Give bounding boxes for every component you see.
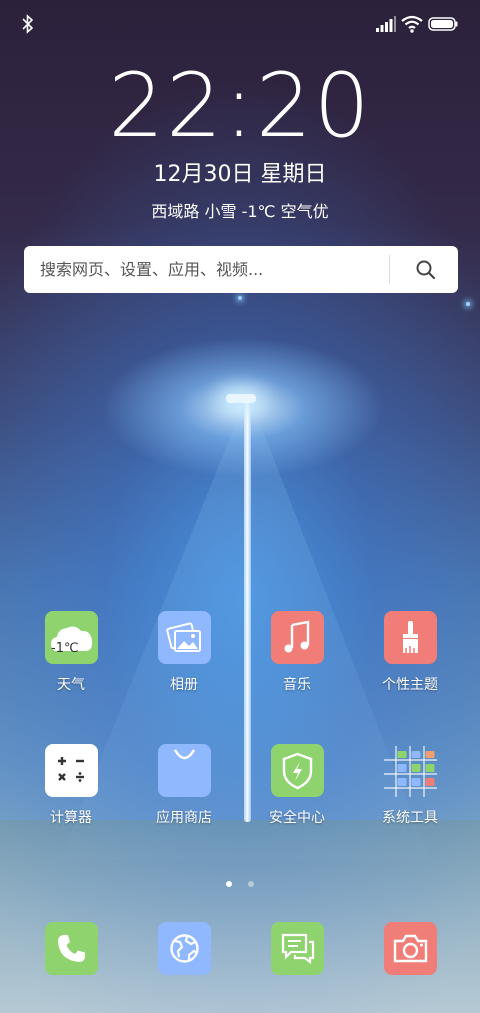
search-bar[interactable] (24, 246, 458, 293)
search-input[interactable] (40, 246, 380, 293)
app-calculator[interactable]: 计算器 (21, 744, 121, 854)
dock-browser[interactable] (134, 922, 234, 982)
app-gallery[interactable]: 相册 (134, 611, 234, 721)
page-indicator (0, 872, 480, 891)
weather-app-temperature: -1℃ (51, 641, 79, 656)
clock-time[interactable]: 22:20 (0, 58, 480, 154)
app-label: 天气 (57, 677, 85, 693)
app-label: 应用商店 (156, 810, 212, 826)
camera-icon (384, 922, 437, 975)
search-divider (389, 255, 390, 284)
app-label: 计算器 (50, 810, 92, 826)
music-icon (271, 611, 324, 664)
gallery-icon (158, 611, 211, 664)
page-dot-active (226, 881, 233, 887)
messages-icon (271, 922, 324, 975)
app-label: 系统工具 (382, 810, 438, 826)
app-label: 音乐 (283, 677, 311, 693)
signal-icon (376, 16, 396, 32)
app-music[interactable]: 音乐 (247, 611, 347, 721)
app-security[interactable]: 安全中心 (247, 744, 347, 854)
app-label: 安全中心 (269, 810, 325, 826)
search-icon (416, 260, 436, 279)
system-tools-folder-icon (384, 744, 437, 797)
weather-summary[interactable]: 西域路 小雪 -1℃ 空气优 (0, 200, 480, 224)
themes-icon (384, 611, 437, 664)
wallpaper-distant-light (466, 302, 470, 306)
clock-date[interactable]: 12月30日 星期日 (0, 160, 480, 190)
weather-icon: -1℃ (45, 611, 98, 664)
phone-icon (45, 922, 98, 975)
app-label: 个性主题 (382, 677, 438, 693)
search-button[interactable] (404, 253, 448, 286)
wifi-icon (401, 15, 423, 33)
bluetooth-icon (22, 14, 34, 34)
dock-camera[interactable] (360, 922, 460, 982)
app-system-tools-folder[interactable]: 系统工具 (360, 744, 460, 854)
wallpaper-lamp-head (226, 394, 256, 403)
app-weather[interactable]: -1℃ 天气 (21, 611, 121, 721)
app-label: 相册 (170, 677, 198, 693)
app-app-store[interactable]: 应用商店 (134, 744, 234, 854)
app-store-icon (158, 744, 211, 797)
battery-icon (428, 17, 458, 31)
browser-icon (158, 922, 211, 975)
dock-messages[interactable] (247, 922, 347, 982)
calculator-icon (45, 744, 98, 797)
dock-phone[interactable] (21, 922, 121, 982)
page-dot (247, 881, 254, 887)
app-themes[interactable]: 个性主题 (360, 611, 460, 721)
security-icon (271, 744, 324, 797)
wallpaper-distant-light (238, 296, 242, 300)
status-bar (0, 0, 480, 50)
